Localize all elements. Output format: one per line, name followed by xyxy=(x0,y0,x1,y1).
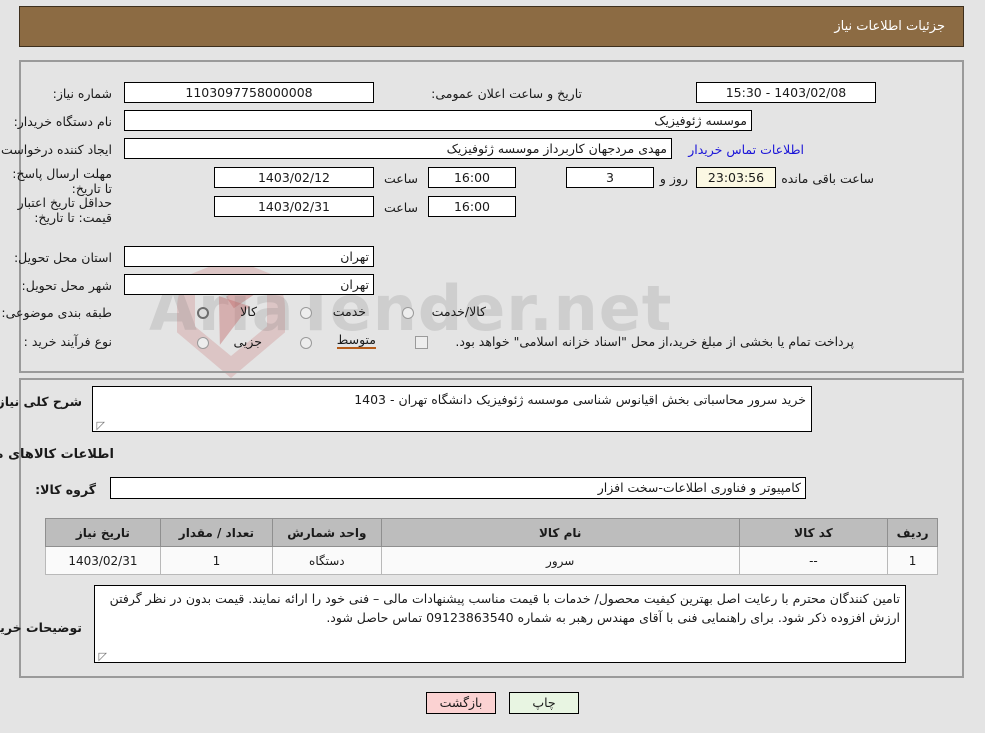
field-delivery-province[interactable]: تهران xyxy=(125,246,375,267)
radio-label-classification-service[interactable]: خدمت xyxy=(334,304,367,319)
label-validity-time: ساعت xyxy=(384,200,419,215)
field-request-creator[interactable]: مهدی مردجهان کاربرداز موسسه ژئوفیزیک xyxy=(125,138,673,159)
radio-classification-service[interactable] xyxy=(301,307,313,319)
radio-process-medium[interactable] xyxy=(301,337,313,349)
label-days: روز و xyxy=(660,171,689,186)
field-days-remaining[interactable]: 3 xyxy=(567,167,655,188)
label-buyer-org: نام دستگاه خریدار: xyxy=(14,114,113,129)
cell-row-no: 1 xyxy=(888,546,939,575)
table-row: 1 -- سرور دستگاه 1 1403/02/31 xyxy=(46,546,939,575)
column-header-row-no: ردیف xyxy=(888,518,939,547)
radio-label-process-minor[interactable]: جزیی xyxy=(234,334,263,349)
cell-quantity: 1 xyxy=(160,546,275,575)
field-need-description[interactable]: خرید سرور محاسباتی بخش اقیانوس شناسی موس… xyxy=(93,386,813,432)
radio-label-process-medium[interactable]: متوسط xyxy=(337,332,377,349)
field-public-announce[interactable]: 1403/02/08 - 15:30 xyxy=(697,82,877,103)
radio-classification-goods[interactable] xyxy=(198,307,210,319)
label-delivery-province: استان محل تحویل: xyxy=(14,250,113,265)
label-deadline-time: ساعت xyxy=(384,171,419,186)
field-buyer-org[interactable]: موسسه ژئوفیزیک xyxy=(125,110,753,131)
table-header-row: ردیف کد کالا نام کالا واحد شمارش تعداد /… xyxy=(46,518,939,547)
radio-label-classification-goods-service[interactable]: کالا/خدمت xyxy=(433,304,487,319)
radio-label-classification-goods[interactable]: کالا xyxy=(241,304,258,319)
page-title: جزئیات اطلاعات نیاز xyxy=(835,19,946,34)
field-buyer-notes[interactable]: تامین کنندگان محترم با رعایت اصل بهترین … xyxy=(95,585,907,663)
label-need-number: شماره نیاز: xyxy=(53,86,113,101)
label-response-deadline: مهلت ارسال پاسخ: تا تاریخ: xyxy=(13,166,113,196)
resize-grip-icon[interactable]: ◸ xyxy=(97,420,106,431)
label-hours-remaining: ساعت باقی مانده xyxy=(782,171,875,186)
label-islamic-treasury: پرداخت تمام یا بخشی از مبلغ خرید،از محل … xyxy=(456,334,855,349)
label-goods-group: گروه کالا: xyxy=(36,482,97,497)
label-classification: طبقه بندی موضوعی: xyxy=(2,305,113,320)
column-header-quantity: تعداد / مقدار xyxy=(160,518,275,547)
print-button[interactable]: چاپ xyxy=(510,692,580,714)
radio-process-minor[interactable] xyxy=(198,337,210,349)
cell-need-date: 1403/02/31 xyxy=(46,546,162,575)
radio-classification-goods-service[interactable] xyxy=(403,307,415,319)
link-buyer-contact[interactable]: اطلاعات تماس خریدار xyxy=(689,142,805,158)
page-header: جزئیات اطلاعات نیاز xyxy=(20,6,965,47)
cell-goods-name: سرور xyxy=(381,546,741,575)
field-countdown-timer: 23:03:56 xyxy=(697,167,777,188)
goods-table: ردیف کد کالا نام کالا واحد شمارش تعداد /… xyxy=(46,518,939,575)
field-response-deadline-date[interactable]: 1403/02/12 xyxy=(215,167,375,188)
cell-unit: دستگاه xyxy=(273,546,383,575)
back-button[interactable]: بازگشت xyxy=(427,692,497,714)
goods-section-title: اطلاعات کالاهای مورد نیاز xyxy=(0,447,115,462)
field-delivery-city[interactable]: تهران xyxy=(125,274,375,295)
field-validity-time[interactable]: 16:00 xyxy=(429,196,517,217)
label-buyer-notes: توضیحات خریدار: xyxy=(0,620,83,635)
cell-goods-code: -- xyxy=(739,546,890,575)
label-request-creator: ایجاد کننده درخواست: xyxy=(0,142,113,157)
field-need-number[interactable]: 1103097758000008 xyxy=(125,82,375,103)
label-need-description: شرح کلی نیاز: xyxy=(0,394,83,409)
label-delivery-city: شهر محل تحویل: xyxy=(22,278,113,293)
checkbox-islamic-treasury[interactable] xyxy=(416,336,429,349)
column-header-need-date: تاریخ نیاز xyxy=(46,518,162,547)
column-header-goods-name: نام کالا xyxy=(381,518,741,547)
field-goods-group[interactable]: کامپیوتر و فناوری اطلاعات-سخت افزار xyxy=(111,477,807,499)
buyer-notes-text: تامین کنندگان محترم با رعایت اصل بهترین … xyxy=(110,591,901,625)
field-price-validity-date[interactable]: 1403/02/31 xyxy=(215,196,375,217)
label-price-validity: حداقل تاریخ اعتبار قیمت: تا تاریخ: xyxy=(18,195,113,225)
label-public-announce: تاریخ و ساعت اعلان عمومی: xyxy=(432,86,583,101)
need-description-text: خرید سرور محاسباتی بخش اقیانوس شناسی موس… xyxy=(355,392,807,407)
column-header-unit: واحد شمارش xyxy=(273,518,383,547)
column-header-goods-code: کد کالا xyxy=(739,518,890,547)
resize-grip-icon-notes[interactable]: ◸ xyxy=(99,651,108,662)
label-purchase-process: نوع فرآیند خرید : xyxy=(24,334,113,349)
field-deadline-time[interactable]: 16:00 xyxy=(429,167,517,188)
